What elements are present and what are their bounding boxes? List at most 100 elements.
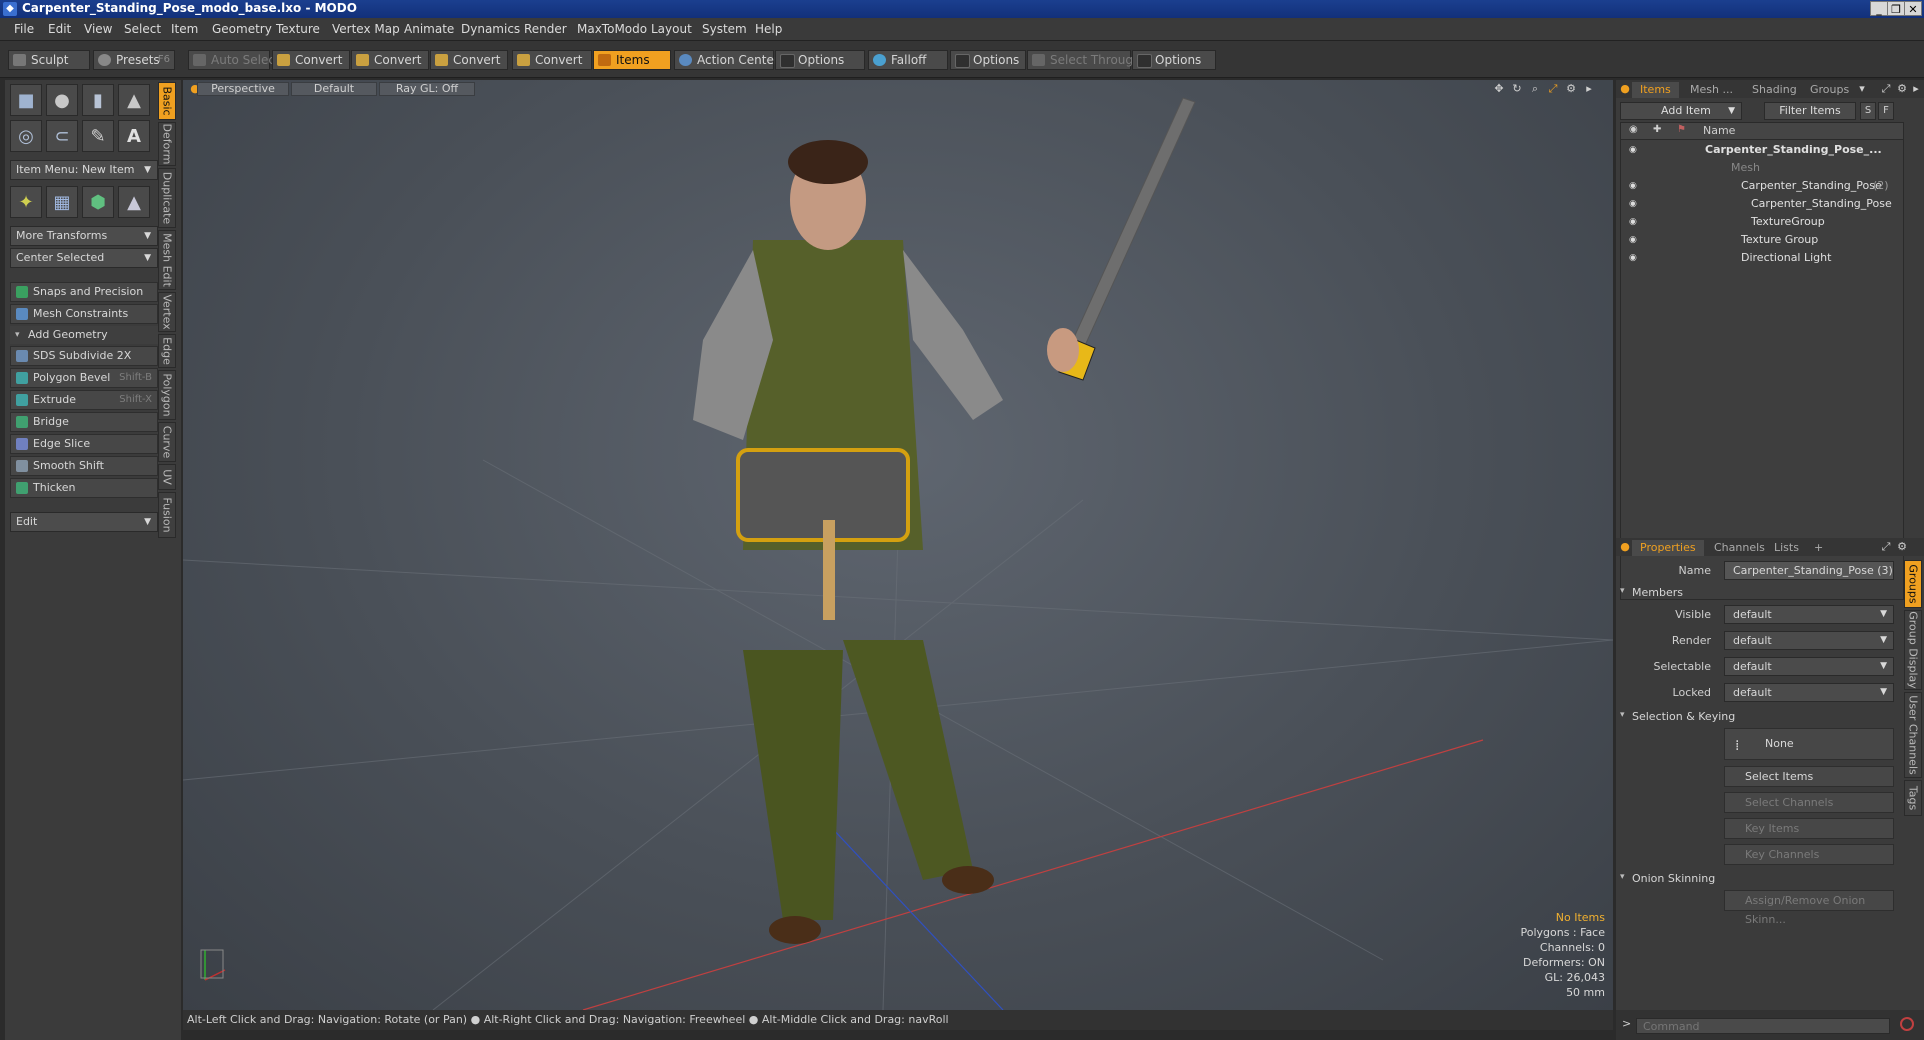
gear-icon[interactable]: ⚙: [1896, 83, 1908, 95]
select-channels-button[interactable]: Select Channels: [1724, 792, 1894, 813]
more-transforms-dropdown[interactable]: More Transforms ▼: [10, 226, 158, 246]
tab-polygon[interactable]: Polygon: [158, 370, 176, 420]
menu-dynamics[interactable]: Dynamics: [461, 22, 520, 36]
raygl-tab[interactable]: Ray GL: Off: [379, 82, 475, 96]
select-items-button[interactable]: Select Items: [1724, 766, 1894, 787]
assign-onion-button[interactable]: Assign/Remove Onion Skinn...: [1724, 890, 1894, 926]
menu-view[interactable]: View: [84, 22, 112, 36]
tab-mesh[interactable]: Mesh ...: [1682, 82, 1741, 98]
key-channels-button[interactable]: Key Channels: [1724, 844, 1894, 865]
item-row-pose[interactable]: ◉ Carpenter_Standing_Pose: [1621, 195, 1911, 213]
sds-subdivide-button[interactable]: SDS Subdivide 2X: [10, 346, 158, 366]
items-mode-button[interactable]: Items: [593, 50, 671, 70]
convert-button-3[interactable]: Convert: [430, 50, 508, 70]
tab-user-channels[interactable]: User Channels: [1904, 692, 1922, 778]
convert-button-4[interactable]: Convert: [512, 50, 592, 70]
options-button-3[interactable]: Options: [1132, 50, 1216, 70]
expand-icon[interactable]: ▸: [1583, 83, 1595, 95]
gear-icon[interactable]: ⚙: [1565, 83, 1577, 95]
grid-icon[interactable]: ▦: [46, 186, 78, 218]
eye-icon[interactable]: ◉: [1629, 199, 1639, 209]
item-menu-dropdown[interactable]: Item Menu: New Item ▼: [10, 160, 158, 180]
command-input[interactable]: [1636, 1018, 1890, 1034]
tab-groups-side[interactable]: Groups: [1904, 560, 1922, 608]
s-toggle-button[interactable]: S: [1860, 102, 1876, 120]
tab-channels[interactable]: Channels: [1706, 540, 1773, 556]
onion-skinning-section-header[interactable]: Onion Skinning: [1620, 872, 1715, 885]
eye-icon[interactable]: ◉: [1629, 181, 1639, 191]
tab-tags[interactable]: Tags: [1904, 780, 1922, 816]
tab-basic[interactable]: Basic: [158, 82, 176, 120]
tab-items[interactable]: Items: [1632, 82, 1679, 98]
add-item-dropdown[interactable]: Add Item ▼: [1620, 102, 1742, 120]
falloff-button[interactable]: Falloff: [868, 50, 948, 70]
menu-select[interactable]: Select: [124, 22, 161, 36]
expand-icon[interactable]: ⤢: [1880, 83, 1892, 95]
smooth-shift-button[interactable]: Smooth Shift: [10, 456, 158, 476]
item-row-texturegroup[interactable]: ◉ TextureGroup: [1621, 213, 1911, 231]
convert-button-2[interactable]: Convert: [351, 50, 429, 70]
none-button[interactable]: ⁞ None: [1724, 728, 1894, 760]
item-row-mesh[interactable]: Mesh: [1621, 159, 1911, 177]
item-row-root[interactable]: ◉ Carpenter_Standing_Pose_...: [1621, 141, 1911, 159]
menu-layout[interactable]: Layout: [651, 22, 692, 36]
convert-button-1[interactable]: Convert: [272, 50, 350, 70]
fit-view-icon[interactable]: ⤢: [1547, 83, 1559, 95]
eye-icon[interactable]: ◉: [1629, 217, 1639, 227]
panel-menu-icon[interactable]: ●: [1619, 83, 1631, 95]
panel-options-icon[interactable]: ▸: [1910, 83, 1922, 95]
tab-lists[interactable]: Lists: [1766, 540, 1807, 556]
menu-help[interactable]: Help: [755, 22, 782, 36]
bridge-button[interactable]: Bridge: [10, 412, 158, 432]
menu-animate[interactable]: Animate: [404, 22, 454, 36]
polygon-bevel-button[interactable]: Polygon Bevel Shift-B: [10, 368, 158, 388]
f-toggle-button[interactable]: F: [1878, 102, 1894, 120]
presets-button[interactable]: Presets F6: [93, 50, 175, 70]
sphere-icon[interactable]: ●: [46, 84, 78, 116]
item-row-texture-group[interactable]: ◉ Texture Group: [1621, 231, 1911, 249]
view-type-tab[interactable]: Perspective: [197, 82, 289, 96]
options-button-1[interactable]: Options: [775, 50, 865, 70]
selectable-dropdown[interactable]: default ▼: [1724, 657, 1894, 676]
menu-vertex-map[interactable]: Vertex Map: [332, 22, 400, 36]
menu-render[interactable]: Render: [524, 22, 567, 36]
tab-vertex[interactable]: Vertex: [158, 292, 176, 332]
menu-system[interactable]: System: [702, 22, 747, 36]
members-section-header[interactable]: Members: [1620, 586, 1683, 599]
filter-items-input[interactable]: Filter Items: [1764, 102, 1856, 120]
tab-edge[interactable]: Edge: [158, 334, 176, 368]
capsule-icon[interactable]: ⊂: [46, 120, 78, 152]
pen-icon[interactable]: ✎: [82, 120, 114, 152]
eye-icon[interactable]: ◉: [1629, 235, 1639, 245]
locked-dropdown[interactable]: default ▼: [1724, 683, 1894, 702]
action-center-button[interactable]: Action Center: [674, 50, 779, 70]
3d-viewport[interactable]: ● Perspective Default Ray GL: Off ✥ ↻ ⌕ …: [183, 80, 1613, 1010]
thicken-button[interactable]: Thicken: [10, 478, 158, 498]
add-geometry-header[interactable]: Add Geometry: [10, 326, 158, 344]
mesh-constraints-button[interactable]: Mesh Constraints: [10, 304, 158, 324]
visible-dropdown[interactable]: default ▼: [1724, 605, 1894, 624]
edge-slice-button[interactable]: Edge Slice: [10, 434, 158, 454]
tab-deform[interactable]: Deform: [158, 122, 176, 166]
minimize-button[interactable]: _: [1870, 1, 1888, 16]
expand-icon[interactable]: ⤢: [1880, 541, 1892, 553]
options-button-2[interactable]: Options: [950, 50, 1026, 70]
menu-file[interactable]: File: [14, 22, 34, 36]
menu-maxtomodo[interactable]: MaxToModo: [577, 22, 647, 36]
pyramid-icon[interactable]: ▲: [118, 186, 150, 218]
panel-menu-icon[interactable]: ●: [1619, 541, 1631, 553]
edit-dropdown[interactable]: Edit ▼: [10, 512, 158, 532]
center-selected-dropdown[interactable]: Center Selected ▼: [10, 248, 158, 268]
tab-groups[interactable]: Groups: [1802, 82, 1857, 98]
gear-icon[interactable]: ⚙: [1896, 541, 1908, 553]
item-row-group[interactable]: ◉ Carpenter_Standing_Pose (2): [1621, 177, 1911, 195]
transform-icon[interactable]: ✦: [10, 186, 42, 218]
key-items-button[interactable]: Key Items: [1724, 818, 1894, 839]
record-icon[interactable]: [1900, 1017, 1914, 1031]
menu-item[interactable]: Item: [171, 22, 198, 36]
torus-icon[interactable]: ◎: [10, 120, 42, 152]
menu-texture[interactable]: Texture: [276, 22, 320, 36]
menu-edit[interactable]: Edit: [48, 22, 71, 36]
item-row-light[interactable]: ◉ Directional Light: [1621, 249, 1911, 267]
snaps-precision-button[interactable]: Snaps and Precision: [10, 282, 158, 302]
